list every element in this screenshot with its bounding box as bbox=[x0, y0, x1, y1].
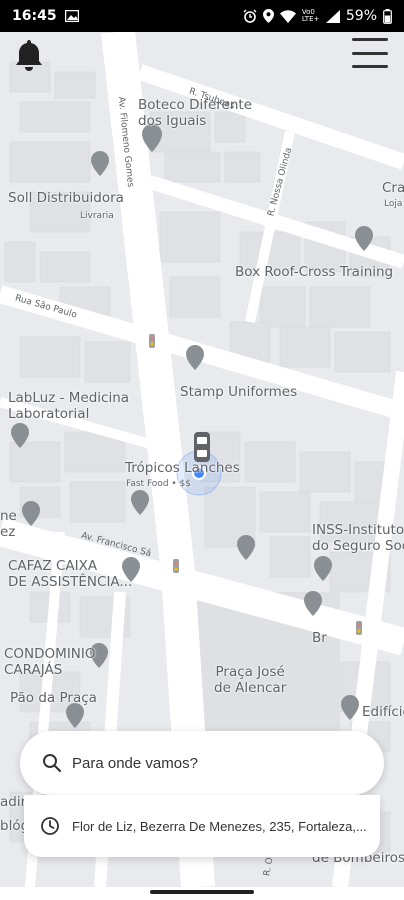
map-label-soll-sub: Livraria bbox=[80, 211, 114, 221]
map-label-praca[interactable]: Praça José de Alencar bbox=[214, 664, 286, 696]
car-marker bbox=[194, 432, 210, 462]
gallery-icon bbox=[64, 10, 79, 22]
location-icon bbox=[262, 9, 274, 23]
map-label-tropicos-sub: Fast Food • $$ bbox=[126, 479, 192, 489]
map-label-ez: ez bbox=[0, 524, 16, 540]
clock-history-icon bbox=[41, 817, 59, 835]
status-bar: 16:45 Vo0 LTE+ 59% bbox=[0, 0, 404, 32]
battery-icon bbox=[383, 8, 392, 24]
map-label-box-roof[interactable]: Box Roof-Cross Training bbox=[235, 264, 393, 280]
wifi-icon bbox=[279, 9, 296, 23]
battery-percent: 59% bbox=[345, 8, 377, 24]
map-label-cra[interactable]: Cra bbox=[382, 180, 404, 196]
map-label-loja: Loja bbox=[384, 199, 403, 209]
bell-icon bbox=[16, 40, 42, 71]
destination-search-field[interactable]: Para onde vamos? bbox=[20, 731, 384, 795]
recent-destination-item[interactable]: Flor de Liz, Bezerra De Menezes, 235, Fo… bbox=[24, 795, 380, 857]
recent-address: Flor de Liz, Bezerra De Menezes, 235, Fo… bbox=[72, 818, 367, 834]
menu-button[interactable] bbox=[352, 38, 388, 68]
search-card: Para onde vamos? Flor de Liz, Bezerra De… bbox=[20, 731, 384, 857]
map-label-pao[interactable]: Pão da Praça bbox=[10, 690, 97, 706]
map-label-tropicos[interactable]: Trópicos Lanches bbox=[125, 460, 240, 476]
map-label-soll[interactable]: Soll Distribuidora bbox=[8, 190, 124, 206]
search-placeholder: Para onde vamos? bbox=[72, 754, 198, 772]
map-label-br: Br bbox=[312, 630, 327, 646]
notifications-button[interactable] bbox=[12, 38, 48, 74]
home-gesture-handle[interactable] bbox=[150, 890, 254, 894]
map-label-ne: ne bbox=[0, 508, 17, 524]
map-label-labluz[interactable]: LabLuz - Medicina Laboratorial bbox=[8, 390, 129, 422]
map-label-inss[interactable]: INSS-Instituto Na do Seguro Social bbox=[312, 522, 404, 554]
map-label-cafaz[interactable]: CAFAZ CAIXA DE ASSISTÊNCIA... bbox=[8, 558, 132, 590]
signal-icon bbox=[325, 9, 340, 23]
map-label-condominio[interactable]: CONDOMINIO CARAJÁS bbox=[4, 646, 96, 678]
search-icon bbox=[43, 754, 62, 773]
map-label-stamp[interactable]: Stamp Uniformes bbox=[180, 384, 297, 400]
status-time: 16:45 bbox=[12, 8, 57, 24]
network-label: Vo0 LTE+ bbox=[301, 8, 320, 23]
map-label-edificio[interactable]: Edifício bbox=[362, 704, 404, 720]
hamburger-menu-icon bbox=[352, 38, 388, 41]
alarm-icon bbox=[243, 9, 257, 23]
